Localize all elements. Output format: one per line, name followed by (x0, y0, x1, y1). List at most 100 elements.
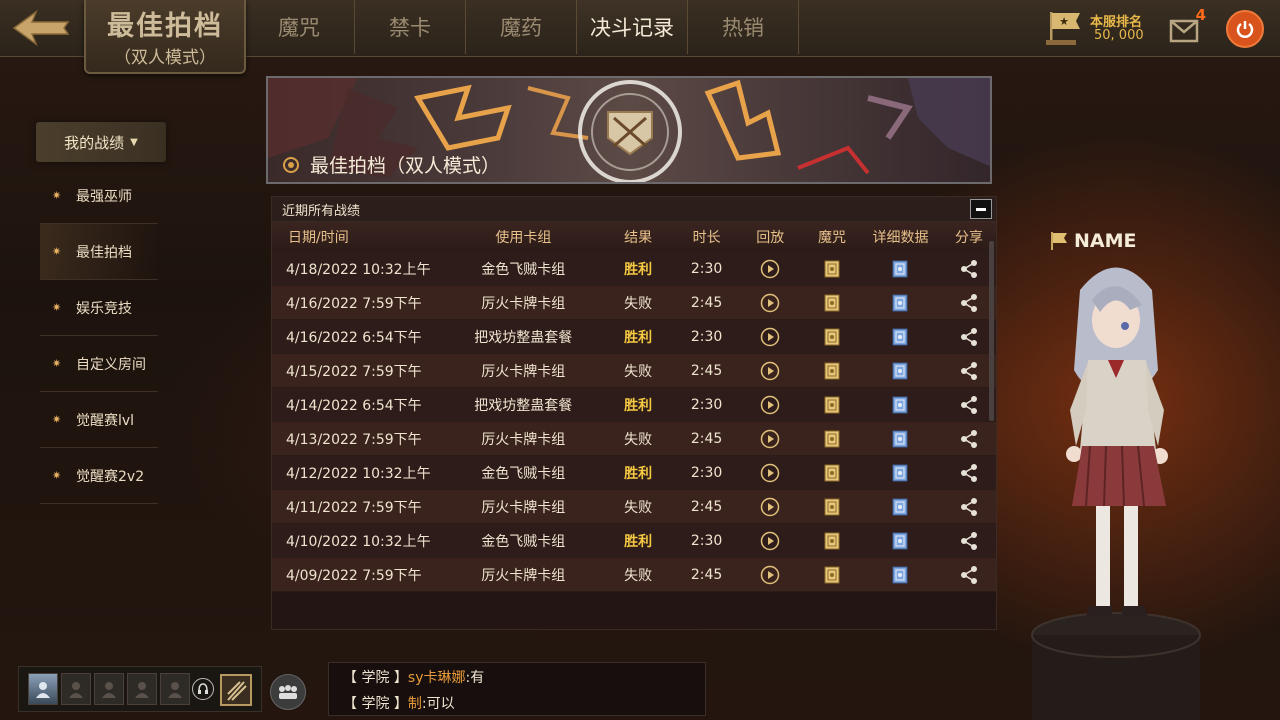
record-duration: 2:30 (690, 396, 723, 413)
detail-button[interactable] (859, 497, 942, 517)
record-result: 胜利 (624, 533, 653, 550)
tab-2[interactable]: 魔药 (466, 0, 577, 54)
character-model[interactable] (1030, 250, 1210, 720)
chat-text: :有 (465, 670, 485, 686)
share-button[interactable] (942, 565, 996, 585)
share-button[interactable] (942, 531, 996, 551)
replay-button[interactable] (736, 429, 805, 449)
record-row: 4/14/2022 6:54下午 把戏坊整蛊套餐 胜利 2:30 (272, 388, 996, 422)
spell-button[interactable] (805, 293, 859, 313)
detail-card-icon (892, 498, 908, 515)
tab-1[interactable]: 禁卡 (355, 0, 466, 54)
detail-button[interactable] (859, 259, 942, 279)
sidebar-item[interactable]: ✷ 觉醒赛lvl (40, 392, 158, 448)
chat-sender[interactable]: sy卡琳娜 (408, 670, 466, 686)
share-button[interactable] (942, 497, 996, 517)
detail-button[interactable] (859, 429, 942, 449)
power-icon (1236, 21, 1254, 38)
record-row: 4/10/2022 10:32上午 金色飞贼卡组 胜利 2:30 (272, 524, 996, 558)
record-date: 4/14/2022 6:54下午 (286, 397, 422, 414)
detail-button[interactable] (859, 327, 942, 347)
replay-button[interactable] (736, 327, 805, 347)
record-date: 4/12/2022 10:32上午 (286, 465, 431, 482)
tab-4[interactable]: 热销 (688, 0, 799, 54)
record-row: 4/13/2022 7:59下午 厉火卡牌卡组 失败 2:45 (272, 422, 996, 456)
chat-box[interactable]: 【 学院 】sy卡琳娜:有【 学院 】制:可以 (328, 662, 706, 716)
record-row: 4/16/2022 6:54下午 把戏坊整蛊套餐 胜利 2:30 (272, 320, 996, 354)
share-button[interactable] (942, 463, 996, 483)
replay-button[interactable] (736, 531, 805, 551)
record-row: 4/12/2022 10:32上午 金色飞贼卡组 胜利 2:30 (272, 456, 996, 490)
sidebar-item[interactable]: ✷ 最强巫师 (40, 168, 158, 224)
spell-button[interactable] (805, 429, 859, 449)
record-row: 4/18/2022 10:32上午 金色飞贼卡组 胜利 2:30 (272, 252, 996, 286)
share-button[interactable] (942, 327, 996, 347)
detail-button[interactable] (859, 565, 942, 585)
spell-button[interactable] (805, 259, 859, 279)
back-button[interactable] (4, 4, 78, 52)
share-button[interactable] (942, 395, 996, 415)
share-icon (960, 463, 977, 482)
spell-button[interactable] (805, 463, 859, 483)
spell-button[interactable] (805, 327, 859, 347)
sidebar-item[interactable]: ✷ 娱乐竞技 (40, 280, 158, 336)
detail-button[interactable] (859, 463, 942, 483)
share-button[interactable] (942, 429, 996, 449)
replay-button[interactable] (736, 497, 805, 517)
group-chat-button[interactable] (270, 674, 306, 710)
server-rank[interactable]: ★ 本服排名 50, 000 (1046, 6, 1156, 46)
chat-sender[interactable]: 制 (408, 696, 422, 712)
mail-count-badge: 4 (1195, 6, 1206, 24)
team-slot-empty[interactable] (127, 673, 157, 705)
record-duration: 2:30 (690, 328, 723, 345)
record-duration: 2:45 (690, 294, 723, 311)
replay-button[interactable] (736, 395, 805, 415)
my-records-dropdown[interactable]: 我的战绩 ▼ (36, 122, 166, 162)
spell-button[interactable] (805, 361, 859, 381)
record-deck: 金色飞贼卡组 (481, 533, 566, 550)
tab-3[interactable]: 决斗记录 (577, 0, 688, 54)
detail-button[interactable] (859, 293, 942, 313)
spell-button[interactable] (805, 531, 859, 551)
replay-icon (761, 497, 780, 516)
mail-button[interactable]: 4 (1168, 6, 1208, 48)
share-button[interactable] (942, 259, 996, 279)
replay-button[interactable] (736, 259, 805, 279)
user-placeholder-icon (102, 682, 116, 698)
team-slot-empty[interactable] (94, 673, 124, 705)
collapse-button[interactable] (970, 199, 992, 219)
replay-button[interactable] (736, 361, 805, 381)
detail-button[interactable] (859, 395, 942, 415)
tab-0[interactable]: 魔咒 (244, 0, 355, 54)
sidebar-item[interactable]: ✷ 最佳拍档 (40, 224, 158, 280)
share-button[interactable] (942, 293, 996, 313)
team-flag-button[interactable] (220, 674, 252, 706)
spell-button[interactable] (805, 565, 859, 585)
spell-button[interactable] (805, 395, 859, 415)
record-deck: 把戏坊整蛊套餐 (474, 329, 573, 346)
col-spell: 魔咒 (818, 230, 847, 246)
team-slot-empty[interactable] (160, 673, 190, 705)
replay-button[interactable] (736, 565, 805, 585)
detail-button[interactable] (859, 361, 942, 381)
replay-button[interactable] (736, 293, 805, 313)
sidebar-item[interactable]: ✷ 自定义房间 (40, 336, 158, 392)
detail-button[interactable] (859, 531, 942, 551)
share-button[interactable] (942, 361, 996, 381)
team-slot-empty[interactable] (61, 673, 91, 705)
replay-button[interactable] (736, 463, 805, 483)
record-date: 4/16/2022 6:54下午 (286, 329, 422, 346)
records-scrollbar[interactable] (989, 241, 994, 421)
headset-icon (198, 683, 208, 694)
spell-button[interactable] (805, 497, 859, 517)
voice-button[interactable] (192, 678, 214, 700)
share-icon (960, 531, 977, 550)
exit-button[interactable] (1226, 10, 1264, 48)
replay-icon (761, 429, 780, 448)
sidebar-item[interactable]: ✷ 觉醒赛2v2 (40, 448, 158, 504)
team-slot-self[interactable] (28, 673, 58, 705)
record-duration: 2:30 (690, 260, 723, 277)
col-duration: 时长 (692, 230, 721, 246)
replay-icon (761, 327, 780, 346)
record-result: 胜利 (624, 329, 653, 346)
